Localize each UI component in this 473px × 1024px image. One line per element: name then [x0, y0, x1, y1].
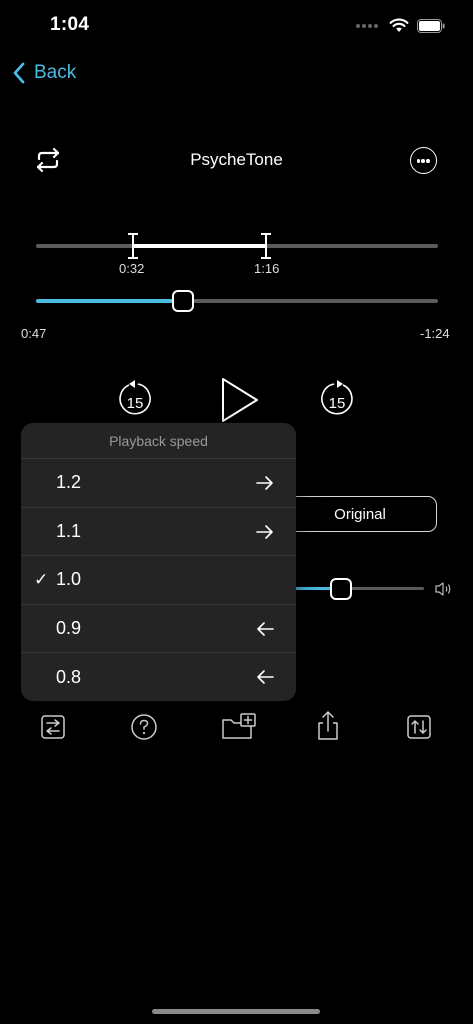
skip-forward-label: 15: [329, 395, 346, 412]
play-icon: [222, 378, 258, 422]
loop-range: [133, 244, 266, 248]
add-folder-button[interactable]: [221, 710, 257, 742]
speed-option-1-1[interactable]: 1.1: [21, 508, 296, 556]
speed-menu-title: Playback speed: [21, 423, 296, 459]
skip-back-label: 15: [127, 395, 144, 412]
status-icons: [355, 18, 445, 33]
speed-option-1-0[interactable]: ✓ 1.0: [21, 556, 296, 605]
speed-option-label: 0.8: [56, 666, 82, 687]
checkmark-icon: ✓: [34, 569, 49, 589]
loop-start-handle[interactable]: [128, 233, 138, 259]
speed-option-label: 0.9: [56, 617, 82, 638]
status-time: 1:04: [50, 14, 90, 35]
speed-option-1-2[interactable]: 1.2: [21, 459, 296, 508]
wifi-icon: [389, 18, 409, 32]
playback-speed-menu: Playback speed 1.2 1.1 ✓ 1.0 0.9 0.8: [21, 423, 296, 701]
share-button[interactable]: [313, 710, 343, 742]
progress-fill: [36, 299, 184, 303]
sort-button[interactable]: [404, 710, 434, 742]
right-arrow-icon: [256, 524, 273, 539]
speed-option-0-8[interactable]: 0.8: [21, 653, 296, 701]
folder-add-icon: [222, 713, 256, 739]
speed-option-label: 1.2: [56, 472, 82, 493]
speed-option-label: 1.1: [56, 520, 82, 541]
track-title: PsycheTone: [190, 150, 283, 169]
loop-end-handle[interactable]: [261, 233, 271, 259]
help-button[interactable]: [129, 710, 159, 742]
skip-forward-icon: 15: [321, 380, 353, 415]
progress-thumb[interactable]: [172, 290, 194, 312]
loop-end-label: 1:16: [254, 261, 280, 276]
swap-icon: [41, 715, 65, 739]
swap-button[interactable]: [38, 710, 68, 742]
chevron-left-icon: [13, 62, 25, 84]
skip-back-button[interactable]: 15: [118, 379, 152, 417]
elapsed-time: 0:47: [21, 326, 47, 341]
right-arrow-icon: [256, 476, 273, 490]
skip-back-icon: 15: [119, 380, 151, 415]
left-arrow-icon: [257, 621, 274, 636]
share-icon: [318, 711, 338, 740]
left-arrow-icon: [257, 670, 274, 684]
more-dot: [426, 159, 430, 163]
signal-dots-icon: [356, 23, 378, 28]
more-button[interactable]: [410, 147, 437, 174]
volume-thumb[interactable]: [330, 578, 352, 600]
play-button[interactable]: [220, 377, 260, 423]
back-label: Back: [34, 62, 77, 83]
back-button[interactable]: Back: [12, 62, 76, 84]
home-indicator: [152, 1009, 320, 1014]
more-dot: [416, 159, 420, 163]
help-icon: [131, 714, 157, 740]
volume-icon: [434, 580, 454, 598]
battery-icon: [417, 18, 445, 33]
more-dot: [421, 159, 425, 163]
sort-icon: [407, 715, 431, 739]
loop-start-label: 0:32: [119, 261, 145, 276]
skip-forward-button[interactable]: 15: [320, 379, 354, 417]
speed-option-0-9[interactable]: 0.9: [21, 605, 296, 653]
speed-option-label: 1.0: [56, 569, 82, 590]
original-button[interactable]: Original: [283, 496, 437, 532]
remaining-time: -1:24: [420, 326, 450, 341]
